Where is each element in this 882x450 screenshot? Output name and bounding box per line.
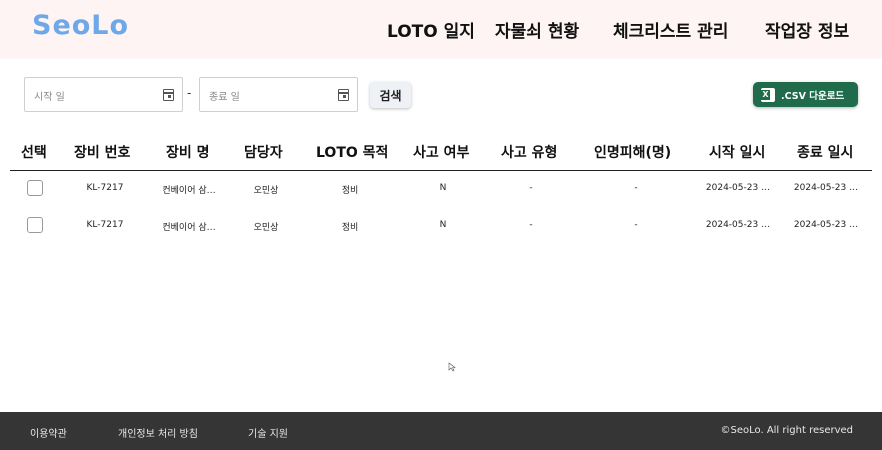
footer-terms-link[interactable]: 이용약관: [30, 425, 67, 440]
footer-privacy-link[interactable]: 개인정보 처리 방침: [118, 425, 198, 440]
cell-accident-type: -: [529, 220, 533, 230]
row-checkbox[interactable]: [27, 217, 43, 233]
cell-start-time: 2024-05-23 …: [705, 220, 771, 230]
cell-equipment-name: 컨베이어 삼…: [162, 186, 216, 196]
nav-loto-log[interactable]: LOTO 일지: [387, 17, 475, 42]
start-date-placeholder: 시작 일: [34, 92, 65, 103]
cell-accident: N: [439, 183, 447, 193]
col-manager: 담당자: [244, 145, 283, 161]
footer-support-link[interactable]: 기술 지원: [248, 425, 288, 440]
end-date-input[interactable]: 종료 일: [199, 77, 358, 112]
nav-workplace-info[interactable]: 작업장 정보: [765, 17, 849, 42]
cell-loto-purpose: 정비: [341, 223, 359, 233]
start-date-input[interactable]: 시작 일: [24, 77, 183, 112]
date-separator: -: [187, 86, 192, 100]
footer: 이용약관 개인정보 처리 방침 기술 지원 ©SeoLo. All right …: [0, 412, 882, 450]
cell-manager: 오민상: [253, 186, 279, 196]
cell-manager: 오민상: [253, 223, 279, 233]
col-start-time: 시작 일시: [709, 145, 766, 161]
cell-end-time: 2024-05-23 …: [793, 220, 859, 230]
cell-equipment-no: KL-7217: [86, 220, 124, 230]
col-loto-purpose: LOTO 목적: [316, 145, 389, 161]
cell-casualties: -: [634, 183, 638, 193]
footer-copyright: ©SeoLo. All right reserved: [720, 425, 854, 436]
cell-accident: N: [439, 220, 447, 230]
cell-equipment-name: 컨베이어 삼…: [162, 223, 216, 233]
row-checkbox[interactable]: [27, 180, 43, 196]
nav-checklist[interactable]: 체크리스트 관리: [613, 17, 728, 42]
end-date-placeholder: 종료 일: [209, 92, 240, 103]
col-equipment-name: 장비 명: [166, 145, 210, 161]
cell-start-time: 2024-05-23 …: [705, 183, 771, 193]
csv-download-button[interactable]: X .CSV 다운로드: [753, 82, 858, 107]
cell-end-time: 2024-05-23 …: [793, 183, 859, 193]
calendar-icon[interactable]: [338, 89, 349, 101]
col-accident: 사고 여부: [413, 145, 470, 161]
nav-lock-status[interactable]: 자물쇠 현황: [495, 17, 579, 42]
col-casualties: 인명피해(명): [594, 145, 672, 161]
top-header: SeoLo LOTO 일지 자물쇠 현황 체크리스트 관리 작업장 정보: [0, 0, 882, 57]
excel-icon: X: [761, 87, 775, 102]
logo[interactable]: SeoLo: [32, 10, 129, 41]
csv-download-label: .CSV 다운로드: [781, 90, 845, 102]
col-end-time: 종료 일시: [797, 145, 854, 161]
col-equipment-no: 장비 번호: [74, 145, 131, 161]
table-header-divider: [10, 170, 872, 171]
cell-casualties: -: [634, 220, 638, 230]
cell-loto-purpose: 정비: [341, 186, 359, 196]
calendar-icon[interactable]: [163, 89, 174, 101]
cell-accident-type: -: [529, 183, 533, 193]
col-select: 선택: [21, 145, 47, 161]
mouse-cursor-icon: [448, 362, 456, 372]
col-accident-type: 사고 유형: [501, 145, 558, 161]
cell-equipment-no: KL-7217: [86, 183, 124, 193]
search-button[interactable]: 검색: [370, 82, 411, 108]
